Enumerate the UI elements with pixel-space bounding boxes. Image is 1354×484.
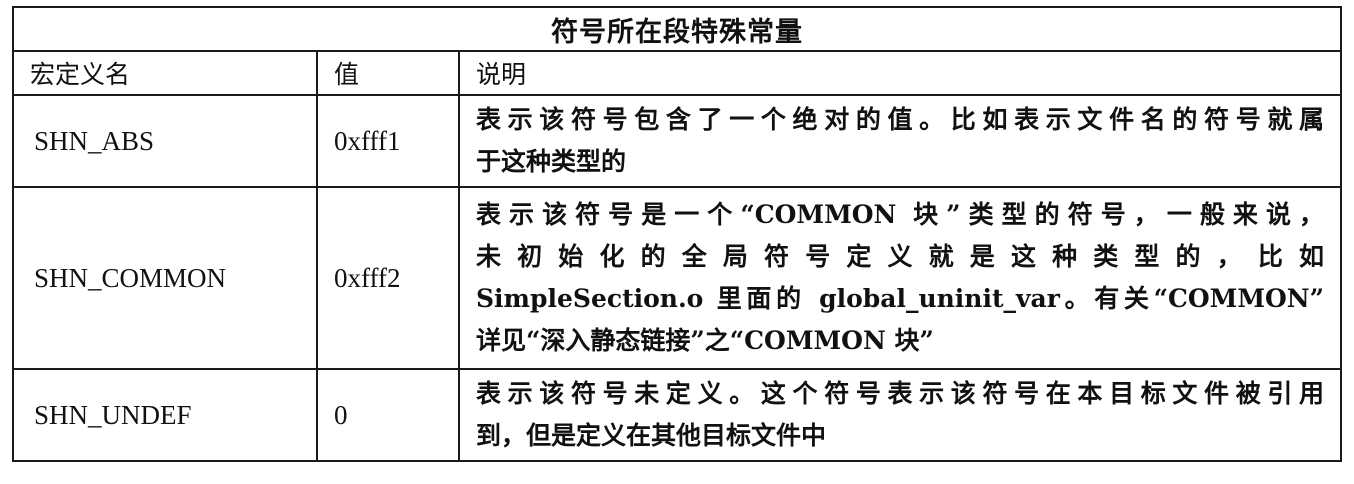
header-macro-name: 宏定义名 — [12, 50, 318, 96]
table-row: SHN_ABS 0xfff1 表示该符号包含了一个绝对的值。比如表示文件名的符号… — [12, 94, 1343, 188]
value-cell: 0xfff2 — [316, 186, 460, 370]
value-cell: 0xfff1 — [316, 94, 460, 188]
header-value: 值 — [316, 50, 460, 96]
description-cell: 表示该符号未定义。这个符号表示该符号在本目标文件被引用 到，但是定义在其他目标文… — [457, 368, 1343, 462]
table-title-row: 符号所在段特殊常量 — [11, 6, 1343, 52]
description-line: 表示该符号未定义。这个符号表示该符号在本目标文件被引用 — [476, 379, 1325, 408]
table-row: SHN_UNDEF 0 表示该符号未定义。这个符号表示该符号在本目标文件被引用 … — [12, 368, 1343, 462]
macro-name-cell: SHN_ABS — [12, 94, 318, 188]
value-cell: 0 — [316, 368, 460, 462]
description-line: 未初始化的全局符号定义就是这种类型的，比如 — [476, 242, 1325, 271]
description-line: 于这种类型的 — [476, 147, 627, 176]
macro-name-cell: SHN_UNDEF — [12, 368, 318, 462]
description-line: 表示该符号包含了一个绝对的值。比如表示文件名的符号就属 — [476, 105, 1325, 134]
description-line: 详见“深入静态链接”之“COMMON 块” — [476, 326, 934, 355]
description-line: 表示该符号是一个“COMMON 块”类型的符号，一般来说， — [476, 200, 1325, 229]
description-line: SimpleSection.o 里面的 global_uninit_var。有关… — [476, 284, 1325, 313]
special-section-constants-table-container: 符号所在段特殊常量 宏定义名 值 说明 SHN_ABS 0xfff1 表示该符号… — [11, 6, 1343, 462]
description-cell: 表示该符号包含了一个绝对的值。比如表示文件名的符号就属 于这种类型的 — [457, 94, 1343, 188]
special-section-constants-table: 符号所在段特殊常量 宏定义名 值 说明 SHN_ABS 0xfff1 表示该符号… — [11, 6, 1343, 462]
macro-name-cell: SHN_COMMON — [12, 186, 318, 370]
description-line: 到，但是定义在其他目标文件中 — [476, 421, 827, 450]
header-description: 说明 — [457, 50, 1343, 96]
table-header-row: 宏定义名 值 说明 — [12, 50, 1343, 96]
description-cell: 表示该符号是一个“COMMON 块”类型的符号，一般来说， 未初始化的全局符号定… — [457, 186, 1343, 370]
table-title: 符号所在段特殊常量 — [11, 6, 1343, 52]
table-row: SHN_COMMON 0xfff2 表示该符号是一个“COMMON 块”类型的符… — [12, 186, 1343, 370]
